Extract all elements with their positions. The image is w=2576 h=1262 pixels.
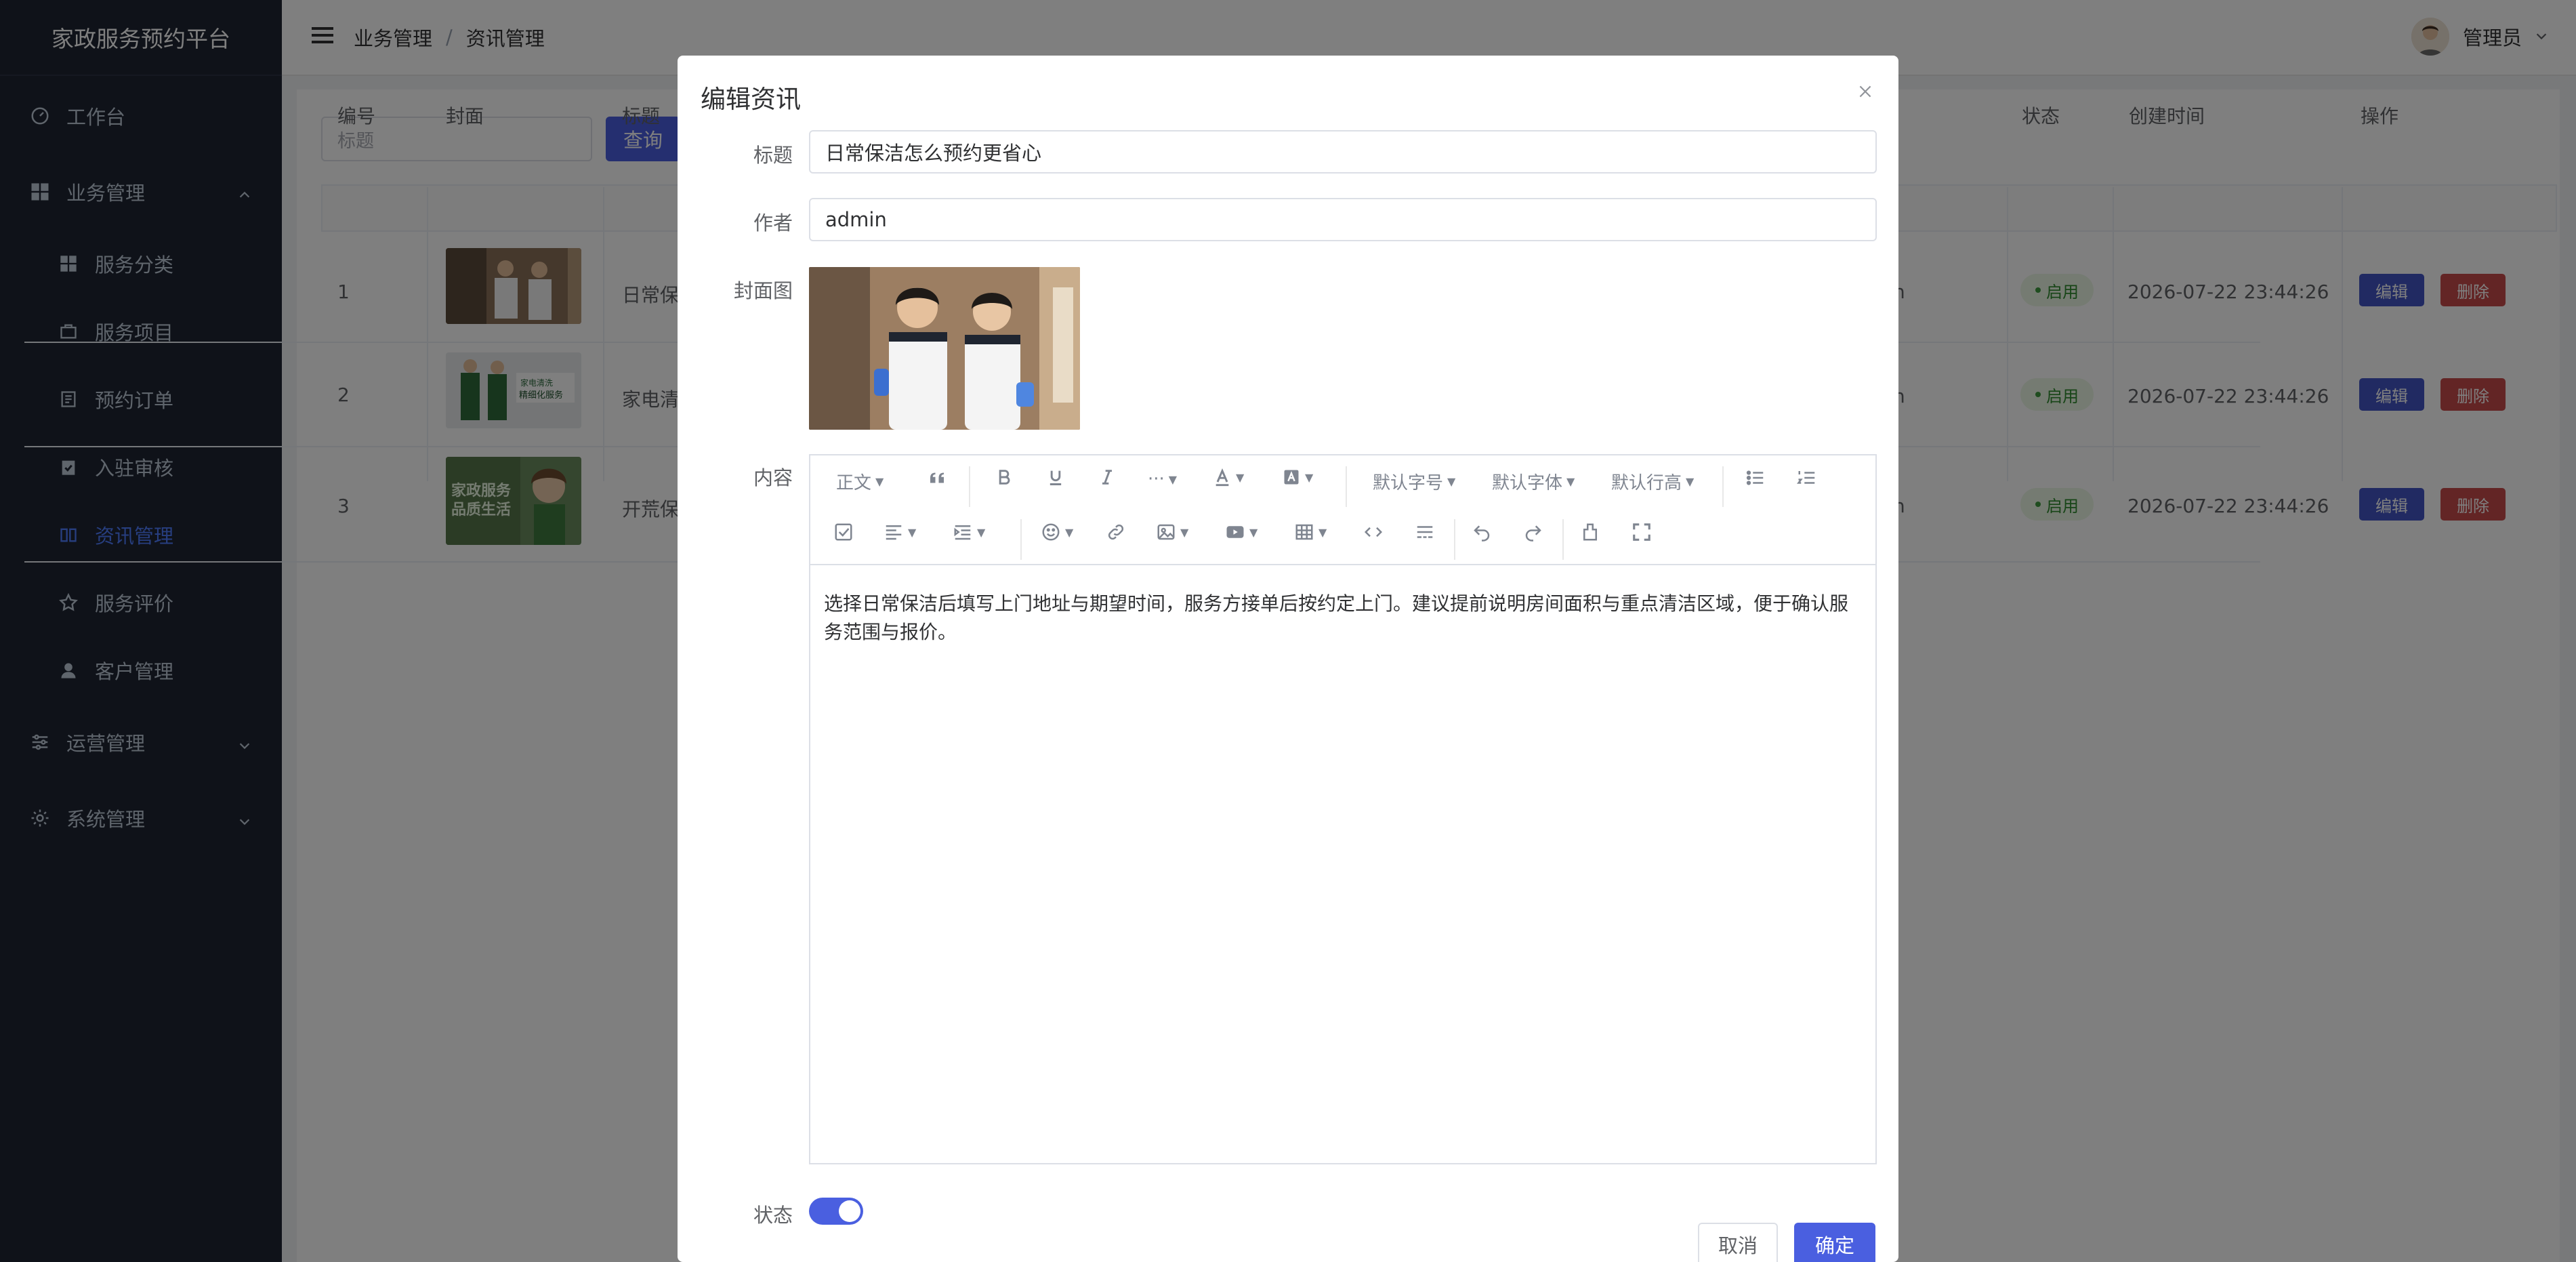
divider [1562,519,1564,560]
divider [1020,519,1022,560]
editor-toolbar: 正文 ▼ ··· ▼ ▼ ▼ 默认字号 ▼ 默认字体 ▼ 默认行高 ▼ ▼ ▼ ▼ ▼ ▼ [810,455,1875,565]
cover-label: 封面图 [733,279,793,302]
author-label: 作者 [753,211,793,235]
more-format-menu[interactable]: ··· ▼ [1148,469,1177,489]
line-height-select[interactable]: 默认行高 ▼ [1611,469,1694,494]
bullet-list-icon[interactable] [1745,468,1766,488]
todo-icon[interactable] [833,522,854,542]
divider [969,466,970,507]
paragraph-select[interactable]: 正文 ▼ [836,469,884,494]
clear-format-icon[interactable] [1580,522,1600,542]
author-value: admin [825,208,887,231]
numbered-list-icon[interactable] [1797,468,1817,488]
redo-icon[interactable] [1523,522,1543,542]
emoji-icon[interactable]: ▼ [1041,522,1073,542]
close-icon[interactable] [1856,76,1874,107]
title-input[interactable]: 日常保洁怎么预约更省心 [809,130,1877,174]
status-toggle[interactable] [809,1198,863,1225]
cover-image-upload[interactable] [809,267,1080,430]
link-icon[interactable] [1106,522,1126,542]
video-icon[interactable]: ▼ [1225,522,1258,542]
toggle-knob [839,1200,860,1222]
content-label: 内容 [753,466,793,489]
font-color-icon[interactable]: ▼ [1213,468,1244,487]
divider [1454,519,1455,560]
divider [1346,466,1347,507]
title-value: 日常保洁怎么预约更省心 [825,142,1042,165]
font-size-select[interactable]: 默认字号 ▼ [1373,469,1455,494]
code-icon[interactable] [1363,522,1384,542]
indent-icon[interactable]: ▼ [953,522,985,542]
rich-text-editor[interactable]: 正文 ▼ ··· ▼ ▼ ▼ 默认字号 ▼ 默认字体 ▼ 默认行高 ▼ ▼ ▼ ▼ ▼ ▼ [809,454,1877,1164]
image-icon[interactable]: ▼ [1156,522,1188,542]
italic-icon[interactable] [1098,468,1117,487]
edit-news-dialog: 编辑资讯 标题 日常保洁怎么预约更省心 作者 admin 封面图 内容 正文▼ [678,56,1898,1262]
fullscreen-icon[interactable] [1632,522,1652,542]
author-input[interactable]: admin [809,198,1877,241]
align-icon[interactable]: ▼ [884,522,916,542]
background-color-icon[interactable]: ▼ [1282,468,1313,487]
editor-content[interactable]: 选择日常保洁后填写上门地址与期望时间，服务方接单后按约定上门。建议提前说明房间面… [824,590,1861,647]
quote-icon[interactable] [927,468,947,488]
undo-icon[interactable] [1472,522,1492,542]
font-family-select[interactable]: 默认字体 ▼ [1492,469,1575,494]
confirm-button[interactable]: 确定 [1794,1223,1875,1262]
divider-line-icon[interactable] [1415,522,1435,542]
underline-icon[interactable] [1046,468,1065,487]
cancel-button[interactable]: 取消 [1698,1223,1778,1262]
dialog-title: 编辑资讯 [701,85,801,114]
status-label: 状态 [753,1204,793,1227]
table-icon[interactable]: ▼ [1294,522,1327,542]
bold-icon[interactable] [995,468,1014,487]
divider [1722,466,1724,507]
title-label: 标题 [753,144,793,167]
